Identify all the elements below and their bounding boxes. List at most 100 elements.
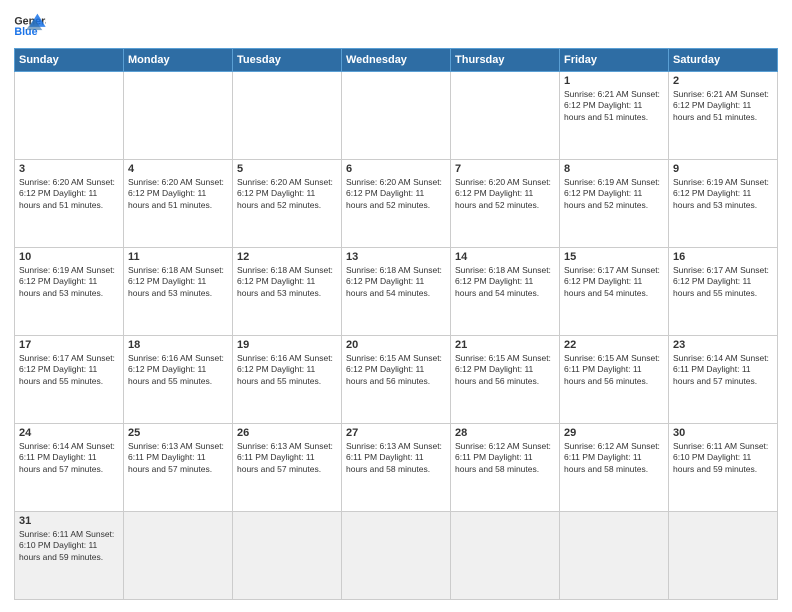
cell-info: Sunrise: 6:19 AM Sunset: 6:12 PM Dayligh… <box>19 265 119 299</box>
calendar-cell: 25 Sunrise: 6:13 AM Sunset: 6:11 PM Dayli… <box>124 424 233 512</box>
calendar-cell <box>233 72 342 160</box>
cell-info: Sunrise: 6:20 AM Sunset: 6:12 PM Dayligh… <box>19 177 119 211</box>
calendar-cell: 22Sunrise: 6:15 AM Sunset: 6:11 PM Dayli… <box>560 336 669 424</box>
calendar-cell: 17 Sunrise: 6:17 AM Sunset: 6:12 PM Dayli… <box>15 336 124 424</box>
cell-info: Sunrise: 6:16 AM Sunset: 6:12 PM Dayligh… <box>128 353 228 387</box>
day-number: 29 <box>564 427 664 439</box>
cell-info: Sunrise: 6:12 AM Sunset: 6:11 PM Dayligh… <box>564 441 664 475</box>
calendar-cell <box>124 72 233 160</box>
calendar-cell: 16 Sunrise: 6:17 AM Sunset: 6:12 PM Dayli… <box>669 248 778 336</box>
day-number: 6 <box>346 163 446 175</box>
calendar-cell: 20Sunrise: 6:15 AM Sunset: 6:12 PM Dayli… <box>342 336 451 424</box>
generalblue-logo-icon: General Blue <box>14 12 46 40</box>
day-header-saturday: Saturday <box>669 49 778 72</box>
calendar-cell: 4Sunrise: 6:20 AM Sunset: 6:12 PM Daylig… <box>124 160 233 248</box>
calendar-cell: 7 Sunrise: 6:20 AM Sunset: 6:12 PM Daylig… <box>451 160 560 248</box>
day-header-wednesday: Wednesday <box>342 49 451 72</box>
calendar-cell: 21Sunrise: 6:15 AM Sunset: 6:12 PM Dayli… <box>451 336 560 424</box>
cell-info: Sunrise: 6:13 AM Sunset: 6:11 PM Dayligh… <box>346 441 446 475</box>
day-header-thursday: Thursday <box>451 49 560 72</box>
day-number: 10 <box>19 251 119 263</box>
calendar-week-row: 3 Sunrise: 6:20 AM Sunset: 6:12 PM Daylig… <box>15 160 778 248</box>
calendar-cell <box>451 72 560 160</box>
calendar-cell: 18 Sunrise: 6:16 AM Sunset: 6:12 PM Dayli… <box>124 336 233 424</box>
calendar-table: SundayMondayTuesdayWednesdayThursdayFrid… <box>14 48 778 600</box>
cell-info: Sunrise: 6:20 AM Sunset: 6:12 PM Dayligh… <box>237 177 337 211</box>
day-number: 15 <box>564 251 664 263</box>
day-number: 9 <box>673 163 773 175</box>
day-number: 3 <box>19 163 119 175</box>
logo: General Blue <box>14 12 46 40</box>
calendar-cell: 3 Sunrise: 6:20 AM Sunset: 6:12 PM Daylig… <box>15 160 124 248</box>
cell-info: Sunrise: 6:16 AM Sunset: 6:12 PM Dayligh… <box>237 353 337 387</box>
calendar-week-row: 24 Sunrise: 6:14 AM Sunset: 6:11 PM Dayli… <box>15 424 778 512</box>
calendar-week-row: 1 Sunrise: 6:21 AM Sunset: 6:12 PM Daylig… <box>15 72 778 160</box>
calendar-cell <box>669 512 778 600</box>
cell-info: Sunrise: 6:20 AM Sunset: 6:12 PM Dayligh… <box>455 177 555 211</box>
calendar-cell: 19 Sunrise: 6:16 AM Sunset: 6:12 PM Dayli… <box>233 336 342 424</box>
cell-info: Sunrise: 6:12 AM Sunset: 6:11 PM Dayligh… <box>455 441 555 475</box>
calendar-cell: 8 Sunrise: 6:19 AM Sunset: 6:12 PM Daylig… <box>560 160 669 248</box>
cell-info: Sunrise: 6:21 AM Sunset: 6:12 PM Dayligh… <box>673 89 773 123</box>
calendar-cell: 10 Sunrise: 6:19 AM Sunset: 6:12 PM Dayli… <box>15 248 124 336</box>
page: General Blue SundayMondayTuesdayWednesda… <box>0 0 792 612</box>
calendar-cell <box>124 512 233 600</box>
cell-info: Sunrise: 6:15 AM Sunset: 6:12 PM Dayligh… <box>346 353 446 387</box>
calendar-cell: 2Sunrise: 6:21 AM Sunset: 6:12 PM Daylig… <box>669 72 778 160</box>
calendar-cell: 9Sunrise: 6:19 AM Sunset: 6:12 PM Daylig… <box>669 160 778 248</box>
cell-info: Sunrise: 6:17 AM Sunset: 6:12 PM Dayligh… <box>19 353 119 387</box>
day-number: 25 <box>128 427 228 439</box>
day-number: 26 <box>237 427 337 439</box>
day-number: 21 <box>455 339 555 351</box>
calendar-cell: 30Sunrise: 6:11 AM Sunset: 6:10 PM Dayli… <box>669 424 778 512</box>
day-number: 18 <box>128 339 228 351</box>
day-number: 13 <box>346 251 446 263</box>
cell-info: Sunrise: 6:17 AM Sunset: 6:12 PM Dayligh… <box>564 265 664 299</box>
day-number: 12 <box>237 251 337 263</box>
calendar-cell: 31 Sunrise: 6:11 AM Sunset: 6:10 PM Dayli… <box>15 512 124 600</box>
day-number: 1 <box>564 75 664 87</box>
cell-info: Sunrise: 6:11 AM Sunset: 6:10 PM Dayligh… <box>19 529 119 563</box>
cell-info: Sunrise: 6:14 AM Sunset: 6:11 PM Dayligh… <box>673 353 773 387</box>
calendar-cell <box>15 72 124 160</box>
calendar-cell: 5 Sunrise: 6:20 AM Sunset: 6:12 PM Daylig… <box>233 160 342 248</box>
cell-info: Sunrise: 6:13 AM Sunset: 6:11 PM Dayligh… <box>237 441 337 475</box>
day-number: 24 <box>19 427 119 439</box>
day-number: 7 <box>455 163 555 175</box>
calendar-cell: 12 Sunrise: 6:18 AM Sunset: 6:12 PM Dayli… <box>233 248 342 336</box>
calendar-cell <box>342 512 451 600</box>
calendar-cell: 14 Sunrise: 6:18 AM Sunset: 6:12 PM Dayli… <box>451 248 560 336</box>
day-header-tuesday: Tuesday <box>233 49 342 72</box>
calendar-cell: 26 Sunrise: 6:13 AM Sunset: 6:11 PM Dayli… <box>233 424 342 512</box>
day-number: 28 <box>455 427 555 439</box>
cell-info: Sunrise: 6:18 AM Sunset: 6:12 PM Dayligh… <box>128 265 228 299</box>
calendar-week-row: 17 Sunrise: 6:17 AM Sunset: 6:12 PM Dayli… <box>15 336 778 424</box>
cell-info: Sunrise: 6:21 AM Sunset: 6:12 PM Dayligh… <box>564 89 664 123</box>
calendar-week-row: 31 Sunrise: 6:11 AM Sunset: 6:10 PM Dayli… <box>15 512 778 600</box>
day-number: 17 <box>19 339 119 351</box>
day-number: 16 <box>673 251 773 263</box>
calendar-cell: 28 Sunrise: 6:12 AM Sunset: 6:11 PM Dayli… <box>451 424 560 512</box>
calendar-cell: 24 Sunrise: 6:14 AM Sunset: 6:11 PM Dayli… <box>15 424 124 512</box>
calendar-cell: 6Sunrise: 6:20 AM Sunset: 6:12 PM Daylig… <box>342 160 451 248</box>
cell-info: Sunrise: 6:18 AM Sunset: 6:12 PM Dayligh… <box>237 265 337 299</box>
day-number: 8 <box>564 163 664 175</box>
day-header-monday: Monday <box>124 49 233 72</box>
day-number: 31 <box>19 515 119 527</box>
cell-info: Sunrise: 6:19 AM Sunset: 6:12 PM Dayligh… <box>564 177 664 211</box>
day-number: 27 <box>346 427 446 439</box>
calendar-cell: 29 Sunrise: 6:12 AM Sunset: 6:11 PM Dayli… <box>560 424 669 512</box>
cell-info: Sunrise: 6:18 AM Sunset: 6:12 PM Dayligh… <box>455 265 555 299</box>
day-header-friday: Friday <box>560 49 669 72</box>
day-number: 4 <box>128 163 228 175</box>
cell-info: Sunrise: 6:14 AM Sunset: 6:11 PM Dayligh… <box>19 441 119 475</box>
day-number: 19 <box>237 339 337 351</box>
day-number: 14 <box>455 251 555 263</box>
calendar-cell <box>451 512 560 600</box>
calendar-week-row: 10 Sunrise: 6:19 AM Sunset: 6:12 PM Dayli… <box>15 248 778 336</box>
cell-info: Sunrise: 6:11 AM Sunset: 6:10 PM Dayligh… <box>673 441 773 475</box>
calendar-cell: 15 Sunrise: 6:17 AM Sunset: 6:12 PM Dayli… <box>560 248 669 336</box>
cell-info: Sunrise: 6:13 AM Sunset: 6:11 PM Dayligh… <box>128 441 228 475</box>
day-number: 5 <box>237 163 337 175</box>
cell-info: Sunrise: 6:17 AM Sunset: 6:12 PM Dayligh… <box>673 265 773 299</box>
